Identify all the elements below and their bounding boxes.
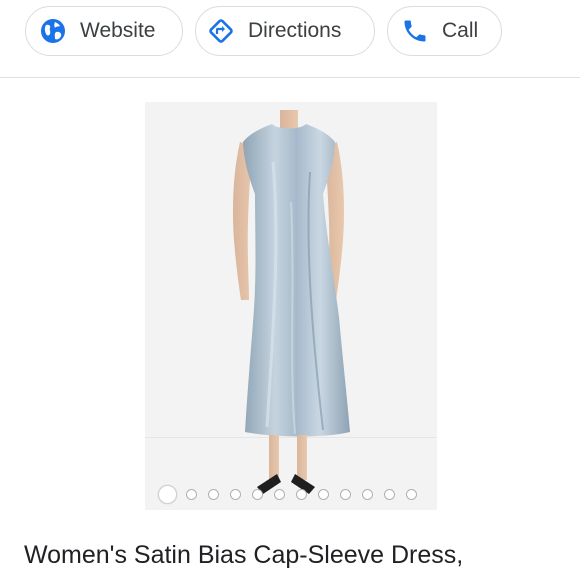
product-image[interactable]: [145, 102, 437, 510]
carousel-dot[interactable]: [406, 488, 417, 500]
action-bar: Website Directions Call: [0, 0, 580, 78]
call-label: Call: [442, 19, 479, 42]
phone-icon: [400, 16, 430, 46]
carousel-dot[interactable]: [362, 488, 373, 500]
carousel-dot[interactable]: [274, 488, 285, 500]
call-button[interactable]: Call: [387, 6, 502, 56]
directions-button[interactable]: Directions: [195, 6, 375, 56]
globe-icon: [38, 16, 68, 46]
directions-icon: [206, 16, 236, 46]
dress-model-illustration: [232, 110, 350, 494]
website-button[interactable]: Website: [25, 6, 183, 56]
carousel-dot[interactable]: [252, 488, 263, 500]
divider: [0, 77, 580, 78]
carousel-dot[interactable]: [384, 488, 395, 500]
carousel-dot[interactable]: [318, 488, 329, 500]
carousel-dot[interactable]: [186, 488, 197, 500]
carousel-dot[interactable]: [158, 484, 177, 504]
product-title: Women's Satin Bias Cap-Sleeve Dress,: [24, 541, 464, 569]
carousel-dot[interactable]: [230, 488, 241, 500]
carousel-dot[interactable]: [208, 488, 219, 500]
carousel-dot[interactable]: [296, 488, 307, 500]
image-carousel-indicators[interactable]: [158, 484, 430, 504]
website-label: Website: [80, 19, 156, 42]
directions-label: Directions: [248, 19, 342, 42]
carousel-dot[interactable]: [340, 488, 351, 500]
